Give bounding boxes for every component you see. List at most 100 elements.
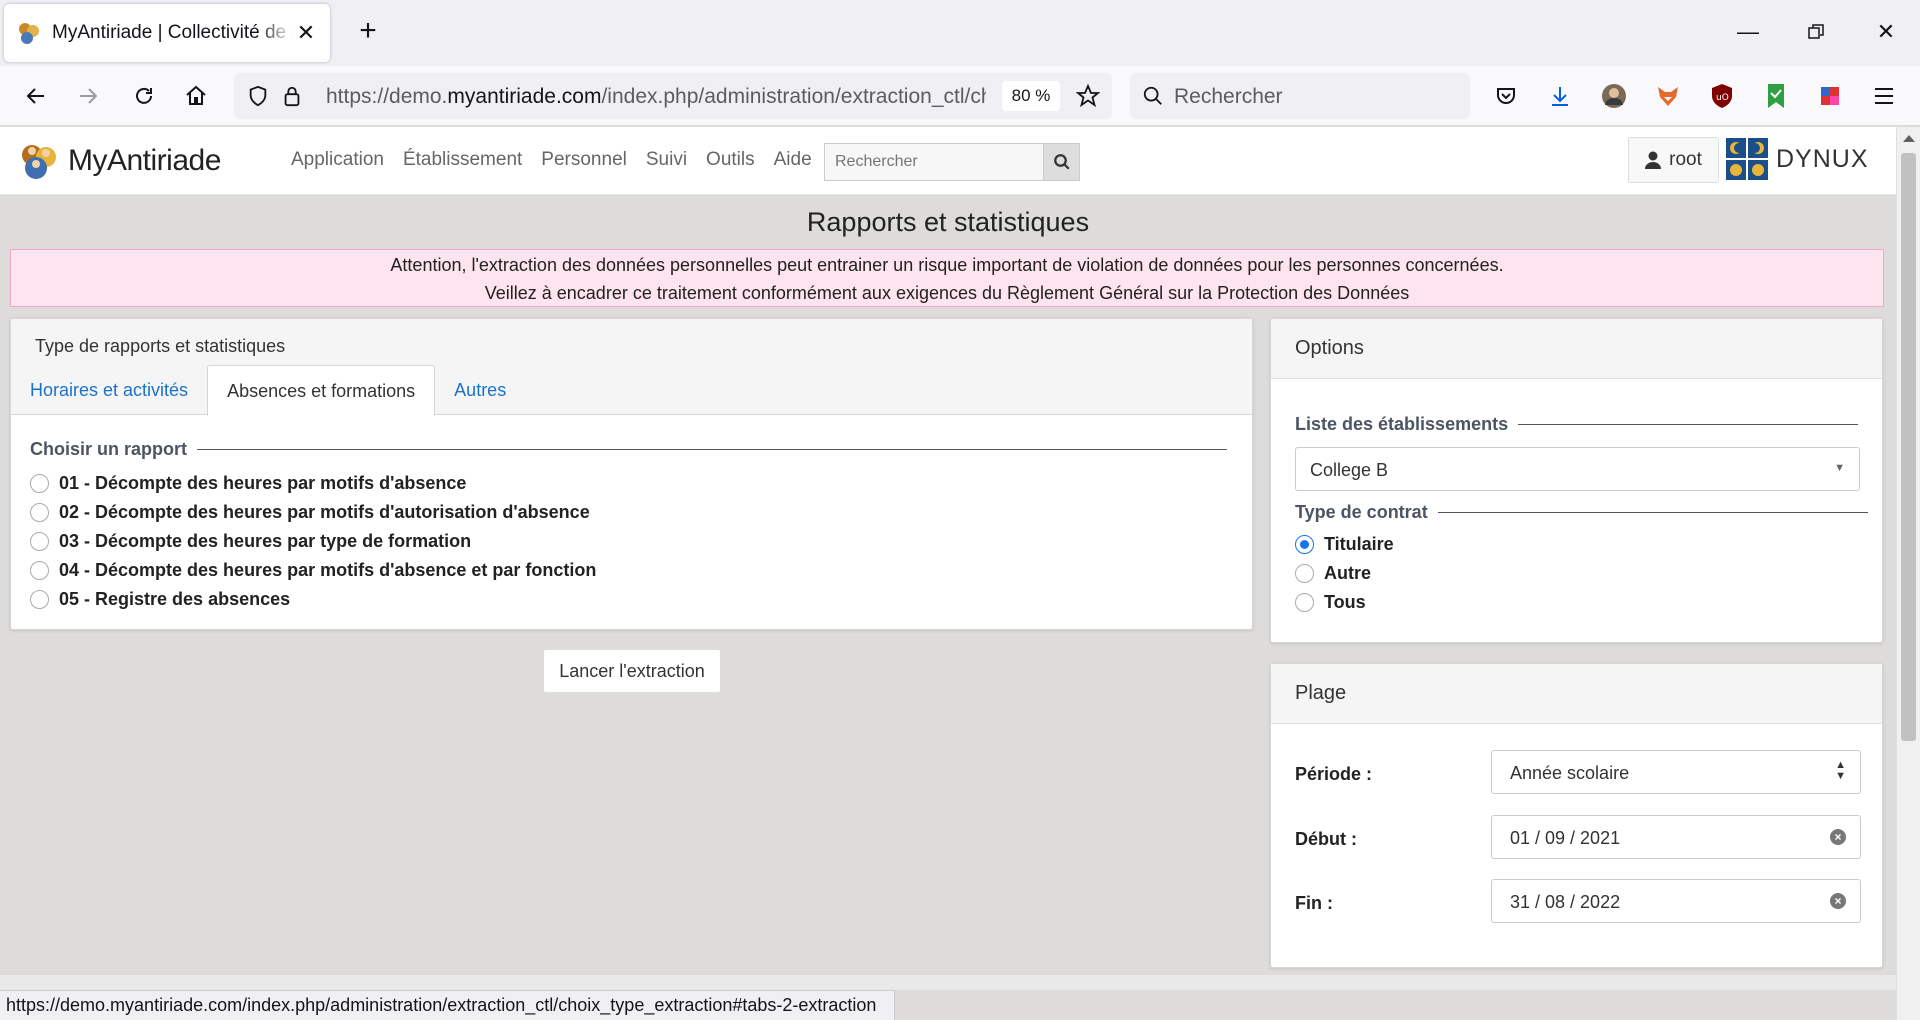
tab-absences-formations[interactable]: Absences et formations xyxy=(207,365,436,416)
url-text[interactable]: https://demo.myantiriade.com/index.php/a… xyxy=(326,85,986,109)
etablissements-legend: Liste des établissements xyxy=(1295,414,1859,435)
download-icon[interactable] xyxy=(1542,78,1578,114)
restore-icon[interactable] xyxy=(1796,14,1836,50)
report-radio-03[interactable] xyxy=(30,532,49,551)
reload-icon[interactable] xyxy=(126,78,162,114)
choose-report-legend: Choisir un rapport xyxy=(30,439,1227,460)
menu-item-aide[interactable]: Aide xyxy=(774,149,812,171)
dynux-logo-icon xyxy=(1726,138,1768,180)
extension-flag-icon[interactable] xyxy=(1812,78,1848,114)
shield-icon[interactable] xyxy=(240,78,276,114)
scroll-up-icon[interactable] xyxy=(1903,135,1915,142)
lock-icon[interactable] xyxy=(274,78,310,114)
fin-date-input[interactable]: 31 / 08 / 2022 × xyxy=(1491,879,1861,923)
browser-status-bar: https://demo.myantiriade.com/index.php/a… xyxy=(0,990,895,1020)
choose-report-legend-text: Choisir un rapport xyxy=(30,439,187,459)
contract-option-autre[interactable]: Autre xyxy=(1295,563,1371,584)
report-label-01: 01 - Décompte des heures par motifs d'ab… xyxy=(59,473,467,493)
browser-search-bar[interactable]: Rechercher xyxy=(1130,73,1470,119)
minimize-icon[interactable]: — xyxy=(1728,14,1768,50)
web-page: MyAntiriade Application Établissement Pe… xyxy=(0,127,1896,990)
debut-date-input[interactable]: 01 / 09 / 2021 × xyxy=(1491,815,1861,859)
tab-autres[interactable]: Autres xyxy=(435,365,525,415)
url-bar[interactable]: https://demo.myantiriade.com/index.php/a… xyxy=(234,73,1112,119)
close-window-icon[interactable]: ✕ xyxy=(1866,14,1906,50)
forward-icon[interactable] xyxy=(70,78,106,114)
report-type-title: Type de rapports et statistiques xyxy=(35,336,286,356)
contract-radio-autre[interactable] xyxy=(1295,564,1314,583)
report-type-card-header: Type de rapports et statistiques Horaire… xyxy=(11,319,1252,416)
tab-close-icon[interactable]: ✕ xyxy=(294,20,318,46)
header-search-button[interactable] xyxy=(1043,144,1079,180)
launch-extraction-button[interactable]: Lancer l'extraction xyxy=(543,649,721,693)
bookmark-star-icon[interactable] xyxy=(1070,78,1106,114)
clear-debut-icon[interactable]: × xyxy=(1830,829,1846,845)
report-option-02[interactable]: 02 - Décompte des heures par motifs d'au… xyxy=(30,502,590,523)
options-card: Options Liste des établissements College… xyxy=(1270,318,1883,643)
zoom-level-badge[interactable]: 80 % xyxy=(1002,81,1060,111)
report-radio-04[interactable] xyxy=(30,561,49,580)
myantiriade-logo-icon xyxy=(22,145,56,179)
menu-item-outils[interactable]: Outils xyxy=(706,149,755,171)
pocket-icon[interactable] xyxy=(1488,78,1524,114)
contract-radio-tous[interactable] xyxy=(1295,593,1314,612)
contract-type-legend-text: Type de contrat xyxy=(1295,502,1428,522)
clear-fin-icon[interactable]: × xyxy=(1830,893,1846,909)
hamburger-menu-icon[interactable] xyxy=(1866,78,1902,114)
app-logo[interactable]: MyAntiriade xyxy=(18,141,221,181)
dynux-logo-text: DYNUX xyxy=(1776,144,1869,173)
report-radio-01[interactable] xyxy=(30,474,49,493)
report-option-03[interactable]: 03 - Décompte des heures par type de for… xyxy=(30,531,471,552)
menu-item-personnel[interactable]: Personnel xyxy=(541,149,627,171)
browser-tab-bar: MyAntiriade | Collectivité de démonstrat… xyxy=(0,0,1920,66)
legend-divider xyxy=(197,449,1227,450)
contract-option-titulaire[interactable]: Titulaire xyxy=(1295,534,1394,555)
warning-line-1: Attention, l'extraction des données pers… xyxy=(390,255,1504,275)
app-header: MyAntiriade Application Établissement Pe… xyxy=(0,127,1896,195)
search-icon xyxy=(1143,86,1162,105)
contract-label-tous: Tous xyxy=(1324,592,1366,612)
report-label-05: 05 - Registre des absences xyxy=(59,589,291,609)
browser-tab[interactable]: MyAntiriade | Collectivité de démonstrat… xyxy=(4,4,330,62)
etablissement-select[interactable]: College B ▼ xyxy=(1295,447,1860,491)
contract-label-autre: Autre xyxy=(1324,563,1372,583)
options-card-title: Options xyxy=(1271,319,1882,379)
report-radio-02[interactable] xyxy=(30,503,49,522)
menu-item-application[interactable]: Application xyxy=(291,149,384,171)
header-search-input[interactable] xyxy=(825,144,1043,180)
chevron-down-icon: ▼ xyxy=(1834,462,1845,474)
periode-select[interactable]: Année scolaire ▲ ▼ xyxy=(1491,750,1861,794)
contract-radio-titulaire[interactable] xyxy=(1295,535,1314,554)
tab-horaires-activites[interactable]: Horaires et activités xyxy=(11,365,207,415)
ublock-icon[interactable]: uO xyxy=(1704,78,1740,114)
dynux-logo: DYNUX xyxy=(1726,138,1869,180)
page-scrollbar[interactable] xyxy=(1896,127,1920,1020)
header-search xyxy=(824,143,1080,181)
browser-nav-bar: https://demo.myantiriade.com/index.php/a… xyxy=(0,66,1920,126)
user-menu-button[interactable]: root xyxy=(1628,137,1719,183)
report-option-05[interactable]: 05 - Registre des absences xyxy=(30,589,290,610)
report-option-01[interactable]: 01 - Décompte des heures par motifs d'ab… xyxy=(30,473,466,494)
fox-extension-icon[interactable] xyxy=(1650,78,1686,114)
account-avatar-icon[interactable] xyxy=(1596,78,1632,114)
report-radio-05[interactable] xyxy=(30,590,49,609)
report-label-04: 04 - Décompte des heures par motifs d'ab… xyxy=(59,560,597,580)
bookmark-check-icon[interactable] xyxy=(1758,78,1794,114)
report-tabs: Horaires et activités Absences et format… xyxy=(11,365,525,416)
back-icon[interactable] xyxy=(18,78,54,114)
scrollbar-thumb[interactable] xyxy=(1901,153,1916,741)
sort-updown-icon: ▲ ▼ xyxy=(1835,759,1846,782)
periode-label: Période : xyxy=(1295,764,1373,784)
contract-option-tous[interactable]: Tous xyxy=(1295,592,1366,613)
menu-item-suivi[interactable]: Suivi xyxy=(646,149,687,171)
plage-card-title: Plage xyxy=(1271,664,1882,724)
periode-select-value: Année scolaire xyxy=(1510,763,1630,783)
menu-item-etablissement[interactable]: Établissement xyxy=(403,149,522,171)
report-label-03: 03 - Décompte des heures par type de for… xyxy=(59,531,472,551)
plage-card: Plage Période : Année scolaire ▲ ▼ Début … xyxy=(1270,663,1883,968)
report-option-04[interactable]: 04 - Décompte des heures par motifs d'ab… xyxy=(30,560,596,581)
home-icon[interactable] xyxy=(178,78,214,114)
new-tab-icon[interactable]: + xyxy=(350,14,386,50)
page-bottom-strip xyxy=(0,975,1896,990)
app-logo-text: MyAntiriade xyxy=(68,144,221,177)
